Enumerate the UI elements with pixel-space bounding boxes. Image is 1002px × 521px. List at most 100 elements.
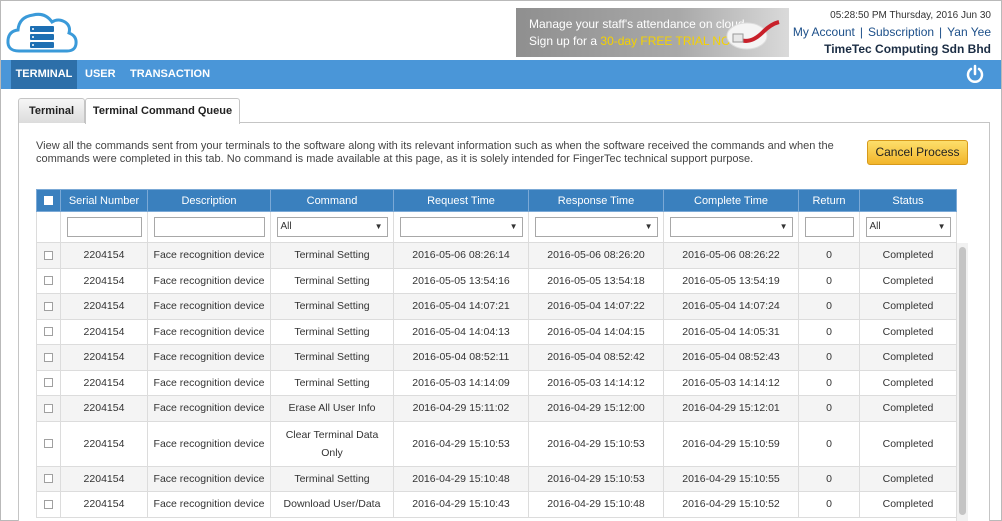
response-time-filter-select[interactable]: ▼ <box>534 217 658 237</box>
return-cell: 0 <box>798 420 860 467</box>
row-checkbox[interactable] <box>44 499 53 509</box>
row-checkbox[interactable] <box>44 403 53 413</box>
table-row[interactable]: 2204154 Face recognition device Clear Term… <box>36 420 957 467</box>
row-select-cell[interactable] <box>36 318 61 345</box>
complete-time-cell: 2016-05-05 13:54:19 <box>663 267 799 294</box>
table-row[interactable]: 2204154 Face recognition device Terminal S… <box>36 318 957 345</box>
row-select-cell[interactable] <box>36 242 61 269</box>
row-select-cell[interactable] <box>36 369 61 396</box>
power-logout-icon[interactable] <box>965 64 985 84</box>
col-serial-number[interactable]: Serial Number <box>60 189 148 212</box>
table-scrollbar[interactable] <box>956 243 968 521</box>
return-cell: 0 <box>798 465 860 492</box>
row-select-cell[interactable] <box>36 465 61 492</box>
command-cell: Clear Terminal Data Only <box>270 420 394 467</box>
serial-number-cell: 2204154 <box>60 395 148 422</box>
row-checkbox[interactable] <box>44 352 53 362</box>
status-cell: Completed <box>859 242 957 269</box>
table-row[interactable]: 2204154 Face recognition device Terminal S… <box>36 242 957 269</box>
tab-terminal[interactable]: Terminal <box>18 98 85 123</box>
row-checkbox[interactable] <box>44 474 53 484</box>
col-response-time[interactable]: Response Time <box>528 189 664 212</box>
row-select-cell[interactable] <box>36 267 61 294</box>
return-filter-input[interactable] <box>804 217 854 237</box>
complete-time-cell: 2016-04-29 15:10:59 <box>663 420 799 467</box>
complete-time-cell: 2016-05-04 14:05:31 <box>663 318 799 345</box>
select-all-header[interactable] <box>36 189 61 212</box>
return-cell: 0 <box>798 318 860 345</box>
table-row[interactable]: 2204154 Face recognition device Terminal S… <box>36 267 957 294</box>
description-cell: Face recognition device <box>147 267 271 294</box>
table-row[interactable]: 2204154 Face recognition device Terminal S… <box>36 344 957 371</box>
row-checkbox[interactable] <box>44 250 53 260</box>
subscription-link[interactable]: Subscription <box>868 25 934 39</box>
command-cell: Terminal Setting <box>270 242 394 269</box>
table-row[interactable]: 2204154 Face recognition device Terminal S… <box>36 293 957 320</box>
status-cell: Completed <box>859 344 957 371</box>
row-checkbox[interactable] <box>44 378 53 388</box>
response-time-cell: 2016-05-04 14:07:22 <box>528 293 664 320</box>
cloud-server-logo-icon[interactable] <box>5 9 79 55</box>
request-time-cell: 2016-04-29 15:10:43 <box>393 491 529 518</box>
complete-time-cell: 2016-04-29 15:10:55 <box>663 465 799 492</box>
dropdown-arrow-icon: ▼ <box>937 222 946 231</box>
col-description[interactable]: Description <box>147 189 271 212</box>
nav-transaction[interactable]: TRANSACTION <box>130 60 210 89</box>
row-checkbox[interactable] <box>44 327 53 337</box>
banner-line1: Manage your staff's attendance on cloud <box>529 17 745 31</box>
complete-time-cell: 2016-05-04 08:52:43 <box>663 344 799 371</box>
complete-time-filter-select[interactable]: ▼ <box>669 217 793 237</box>
tab-terminal-command-queue[interactable]: Terminal Command Queue <box>85 98 240 124</box>
user-name-link[interactable]: Yan Yee <box>947 25 991 39</box>
table-row[interactable]: 2204154 Face recognition device Download U… <box>36 491 957 518</box>
response-time-cell: 2016-04-29 15:10:53 <box>528 465 664 492</box>
select-all-checkbox[interactable] <box>44 196 53 206</box>
description-cell: Face recognition device <box>147 242 271 269</box>
status-filter-select[interactable]: All ▼ <box>865 217 951 237</box>
command-cell: Terminal Setting <box>270 465 394 492</box>
row-checkbox[interactable] <box>44 439 53 449</box>
row-select-cell[interactable] <box>36 293 61 320</box>
status-cell: Completed <box>859 267 957 294</box>
dropdown-arrow-icon: ▼ <box>644 222 653 231</box>
my-account-link[interactable]: My Account <box>793 25 855 39</box>
complete-time-cell: 2016-04-29 15:10:52 <box>663 491 799 518</box>
nav-user[interactable]: USER <box>85 60 116 89</box>
response-time-cell: 2016-05-04 08:52:42 <box>528 344 664 371</box>
col-complete-time[interactable]: Complete Time <box>663 189 799 212</box>
current-datetime: 05:28:50 PM Thursday, 2016 Jun 30 <box>830 10 991 21</box>
description-filter-input[interactable] <box>153 217 265 237</box>
row-checkbox[interactable] <box>44 301 53 311</box>
row-select-cell[interactable] <box>36 491 61 518</box>
scrollbar-thumb[interactable] <box>959 247 966 515</box>
row-select-cell[interactable] <box>36 344 61 371</box>
col-status[interactable]: Status <box>859 189 957 212</box>
serial-number-filter-input[interactable] <box>66 217 142 237</box>
nav-terminal[interactable]: TERMINAL <box>11 60 77 89</box>
description-cell: Face recognition device <box>147 420 271 467</box>
link-separator: | <box>939 25 943 39</box>
col-return[interactable]: Return <box>798 189 860 212</box>
return-cell: 0 <box>798 395 860 422</box>
col-command[interactable]: Command <box>270 189 394 212</box>
serial-number-cell: 2204154 <box>60 267 148 294</box>
serial-number-cell: 2204154 <box>60 242 148 269</box>
row-select-cell[interactable] <box>36 395 61 422</box>
table-row[interactable]: 2204154 Face recognition device Terminal S… <box>36 369 957 396</box>
request-time-cell: 2016-05-05 13:54:16 <box>393 267 529 294</box>
request-time-filter-select[interactable]: ▼ <box>399 217 523 237</box>
command-filter-select[interactable]: All ▼ <box>276 217 388 237</box>
complete-time-cell: 2016-05-04 14:07:24 <box>663 293 799 320</box>
row-select-cell[interactable] <box>36 420 61 467</box>
return-cell: 0 <box>798 242 860 269</box>
cancel-process-button[interactable]: Cancel Process <box>867 140 968 165</box>
return-cell: 0 <box>798 491 860 518</box>
table-row[interactable]: 2204154 Face recognition device Terminal S… <box>36 465 957 492</box>
request-time-cell: 2016-04-29 15:11:02 <box>393 395 529 422</box>
table-row[interactable]: 2204154 Face recognition device Erase All … <box>36 395 957 422</box>
col-request-time[interactable]: Request Time <box>393 189 529 212</box>
filter-row: All ▼ ▼ ▼ ▼ All ▼ <box>36 211 957 243</box>
free-trial-banner[interactable]: Manage your staff's attendance on cloud … <box>516 8 789 57</box>
table-header-row: Serial Number Description Command Reques… <box>36 189 957 212</box>
row-checkbox[interactable] <box>44 276 53 286</box>
